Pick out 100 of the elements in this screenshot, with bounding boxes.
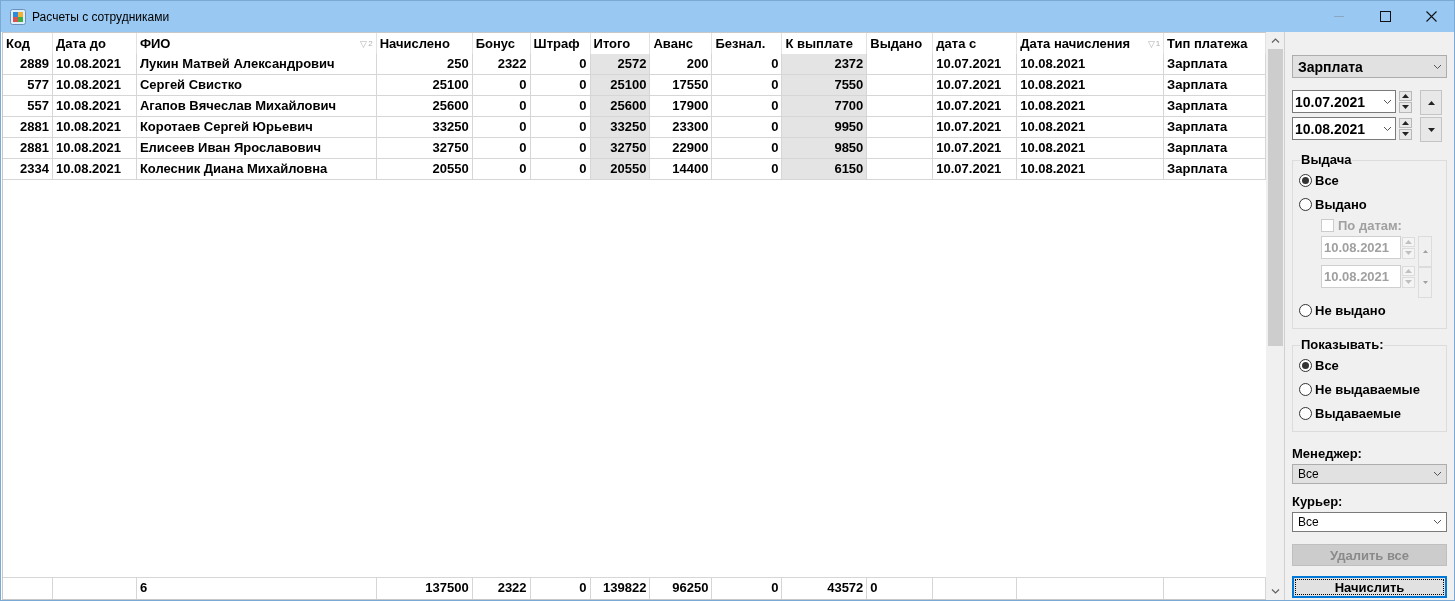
manager-dropdown[interactable]: Все [1292, 464, 1447, 484]
table-cell: 7550 [782, 75, 868, 96]
table-cell: 10.08.2021 [52, 138, 137, 159]
radio-label: Не выдано [1315, 302, 1386, 318]
table-cell: 32750 [376, 138, 473, 159]
table-cell: 9850 [782, 138, 868, 159]
header-label: Безнал. [715, 34, 766, 53]
table-cell: 2889 [3, 54, 53, 75]
dropdown-caret-icon[interactable] [1383, 125, 1392, 132]
table-cell: 0 [472, 75, 531, 96]
courier-label: Курьер: [1292, 494, 1344, 509]
header-label: Выдано [870, 34, 923, 53]
table-cell: 0 [472, 96, 531, 117]
header-label: дата с [936, 34, 977, 53]
table-cell: 0 [472, 117, 531, 138]
table-cell: 0 [712, 96, 783, 117]
table-cell: 10.07.2021 [933, 54, 1018, 75]
dropdown-value: Все [1298, 515, 1319, 529]
sort-order: 1 [1155, 37, 1161, 50]
dropdown-value: Зарплата [1298, 58, 1363, 75]
table-cell: 7700 [782, 96, 868, 117]
header-label: Бонус [475, 34, 515, 53]
table-cell: Зарплата [1164, 96, 1266, 117]
table-cell: 33250 [590, 117, 651, 138]
table-cell: Зарплата [1164, 138, 1266, 159]
table-cell: Зарплата [1164, 159, 1266, 180]
payment-type-dropdown[interactable]: Зарплата [1292, 55, 1447, 78]
radio-label: Все [1315, 172, 1339, 188]
table-cell: 0 [712, 138, 783, 159]
move-up-button[interactable] [1420, 90, 1442, 115]
radio-button[interactable] [1299, 197, 1312, 211]
table-cell: 2322 [472, 54, 531, 75]
table-cell: Агапов Вячеслав Михайлович [136, 96, 377, 117]
manager-label: Менеджер: [1292, 446, 1363, 461]
table-cell: 0 [712, 75, 783, 96]
maximize-icon[interactable] [1379, 11, 1391, 22]
table-cell: 10.08.2021 [1017, 117, 1165, 138]
table-cell: 20550 [376, 159, 473, 180]
scroll-up-icon[interactable] [1270, 38, 1280, 43]
scroll-down-icon[interactable] [1270, 589, 1280, 594]
radio-button[interactable] [1299, 173, 1312, 187]
header-label: Штраф [533, 34, 580, 53]
up-triangle-icon[interactable] [1427, 100, 1435, 105]
courier-dropdown[interactable]: Все [1292, 512, 1447, 532]
table-cell: 25100 [590, 75, 651, 96]
action-button[interactable]: Начислить [1292, 576, 1447, 598]
table-cell: 10.08.2021 [1017, 75, 1165, 96]
table-cell: 17550 [650, 75, 713, 96]
radio-button[interactable] [1299, 358, 1312, 372]
table-cell: 10.07.2021 [933, 75, 1018, 96]
radio-label: Выдано [1315, 196, 1367, 212]
date-field[interactable]: 10.08.2021 [1292, 117, 1396, 140]
table-cell: 10.08.2021 [52, 96, 137, 117]
table-cell: 25100 [376, 75, 473, 96]
table-cell: 10.08.2021 [52, 159, 137, 180]
table-cell: 23300 [650, 117, 713, 138]
table-cell: 25600 [376, 96, 473, 117]
radio-button[interactable] [1299, 406, 1312, 420]
table-cell: 2372 [782, 54, 868, 75]
scroll-thumb[interactable] [1267, 49, 1283, 346]
window-title: Расчеты с сотрудниками [32, 9, 171, 24]
vertical-scrollbar[interactable] [1266, 32, 1284, 600]
close-icon[interactable] [1425, 11, 1437, 22]
table-cell: 577 [3, 75, 53, 96]
table-cell: Лукин Матвей Александрович [136, 54, 377, 75]
table-cell: 10.08.2021 [52, 117, 137, 138]
radio-button[interactable] [1299, 382, 1312, 396]
table-cell: 2881 [3, 117, 53, 138]
table-cell: 0 [530, 75, 591, 96]
table-cell: 32750 [590, 138, 651, 159]
radio-button[interactable] [1299, 303, 1312, 317]
date-value: 10.07.2021 [1295, 93, 1366, 110]
table-cell: 2572 [590, 54, 651, 75]
table-cell: 10.08.2021 [1017, 54, 1165, 75]
header-label: Итого [593, 34, 631, 53]
header-label: Тип платежа [1167, 34, 1248, 53]
header-label: Начислено [379, 34, 450, 53]
table-cell: 0 [530, 117, 591, 138]
down-triangle-icon[interactable] [1427, 127, 1435, 132]
date-value: 10.08.2021 [1295, 120, 1366, 137]
dropdown-caret-icon [1433, 519, 1442, 525]
table-cell: 0 [712, 54, 783, 75]
sort-indicator: ▽ [1147, 37, 1155, 51]
table-cell: 10.08.2021 [1017, 96, 1165, 117]
radio-label: Выдаваемые [1315, 405, 1402, 421]
header-label: Аванс [653, 34, 693, 53]
dropdown-caret-icon[interactable] [1383, 98, 1392, 105]
date-field[interactable]: 10.07.2021 [1292, 90, 1396, 113]
table-cell: 0 [530, 96, 591, 117]
table-cell: 0 [712, 159, 783, 180]
table-cell: 0 [472, 138, 531, 159]
table-cell: 10.08.2021 [52, 75, 137, 96]
table-cell: 10.08.2021 [1017, 138, 1165, 159]
move-down-button[interactable] [1420, 117, 1442, 142]
header-label: Код [6, 34, 30, 53]
table-cell: 25600 [590, 96, 651, 117]
table-cell: 10.07.2021 [933, 159, 1018, 180]
dropdown-caret-icon [1433, 63, 1442, 70]
table-cell: Коротаев Сергей Юрьевич [136, 117, 377, 138]
table-cell: 10.07.2021 [933, 138, 1018, 159]
